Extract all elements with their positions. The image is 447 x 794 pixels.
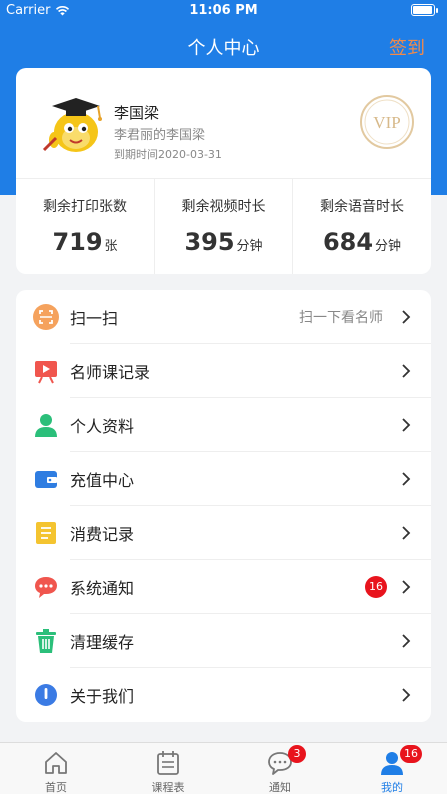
menu-label: 系统通知 [70,579,135,598]
menu-item-scan[interactable]: 扫一扫 扫一下看名师 [16,290,431,344]
menu-item-about[interactable]: 关于我们 [16,668,431,722]
stat-video-remaining: 剩余视频时长 395 分钟 [154,178,292,274]
chevron-right-icon [402,526,411,540]
chat-bubble-icon [35,577,57,598]
tab-mine[interactable]: 16 我的 [336,743,447,794]
notification-badge: 16 [365,576,387,598]
battery-icon [411,4,438,16]
status-time: 11:06 PM [189,3,258,18]
calendar-icon [157,751,179,775]
trash-icon [36,629,56,653]
tab-label: 课程表 [151,781,185,794]
sign-in-button[interactable]: 签到 [389,34,425,60]
menu-label: 关于我们 [70,687,135,706]
stat-print-remaining: 剩余打印张数 719 张 [16,178,154,274]
menu-label: 充值中心 [70,471,135,490]
stat-unit: 分钟 [375,239,402,254]
chevron-right-icon [402,688,411,702]
menu-item-notifications[interactable]: 系统通知 16 [16,560,431,614]
avatar[interactable] [38,88,114,158]
tab-label: 我的 [381,781,403,794]
vip-badge-icon: VIP [360,95,414,149]
receipt-icon [36,522,56,544]
tab-bar: 首页 课程表 3 通知 16 我的 [0,742,447,794]
stat-label: 剩余视频时长 [181,199,266,215]
menu-item-course-record[interactable]: 名师课记录 [16,344,431,398]
status-bar: Carrier 11:06 PM [0,0,447,22]
tab-notice[interactable]: 3 通知 [224,743,336,794]
chevron-right-icon [402,580,411,594]
stat-value: 684 [322,228,374,256]
menu-item-consumption[interactable]: 消费记录 [16,506,431,560]
menu-label: 扫一扫 [70,309,119,328]
stat-unit: 分钟 [236,239,263,254]
menu-label: 个人资料 [70,417,135,436]
video-record-icon [35,361,57,384]
home-icon [45,752,67,774]
menu-hint: 扫一下看名师 [299,310,383,326]
tab-label: 通知 [269,781,291,794]
menu-item-profile[interactable]: 个人资料 [16,398,431,452]
stat-label: 剩余语音时长 [320,199,404,215]
vip-label: VIP [373,113,400,132]
page-title: 个人中心 [187,38,260,59]
stat-label: 剩余打印张数 [43,199,127,215]
wallet-icon [35,471,57,488]
info-icon [35,684,57,706]
menu-label: 清理缓存 [70,633,135,652]
menu-list: 扫一扫 扫一下看名师 名师课记录 个人资料 充值中心 消费记录 系统通知 16 … [16,290,431,722]
tab-label: 首页 [45,781,67,794]
stat-unit: 张 [104,239,118,254]
tab-badge: 16 [400,745,422,763]
chevron-right-icon [402,634,411,648]
stat-value: 395 [184,228,235,256]
chevron-right-icon [402,472,411,486]
stat-voice-remaining: 剩余语音时长 684 分钟 [292,178,431,274]
tab-badge: 3 [288,745,306,763]
menu-label: 消费记录 [70,525,135,544]
tab-home[interactable]: 首页 [0,743,112,794]
menu-item-recharge[interactable]: 充值中心 [16,452,431,506]
expire-date: 到期时间2020-03-31 [114,148,222,161]
chevron-right-icon [402,418,411,432]
tab-schedule[interactable]: 课程表 [112,743,224,794]
scan-icon [33,304,59,330]
person-icon [35,414,57,437]
user-subtitle: 李君丽的李国梁 [114,128,206,143]
chevron-right-icon [402,310,411,324]
menu-item-clear-cache[interactable]: 清理缓存 [16,614,431,668]
user-name: 李国梁 [114,104,160,122]
menu-label: 名师课记录 [70,363,151,382]
stat-value: 719 [52,228,103,256]
chevron-right-icon [402,364,411,378]
profile-card: 李国梁 李君丽的李国梁 到期时间2020-03-31 VIP 剩余打印张数 71… [16,68,431,274]
